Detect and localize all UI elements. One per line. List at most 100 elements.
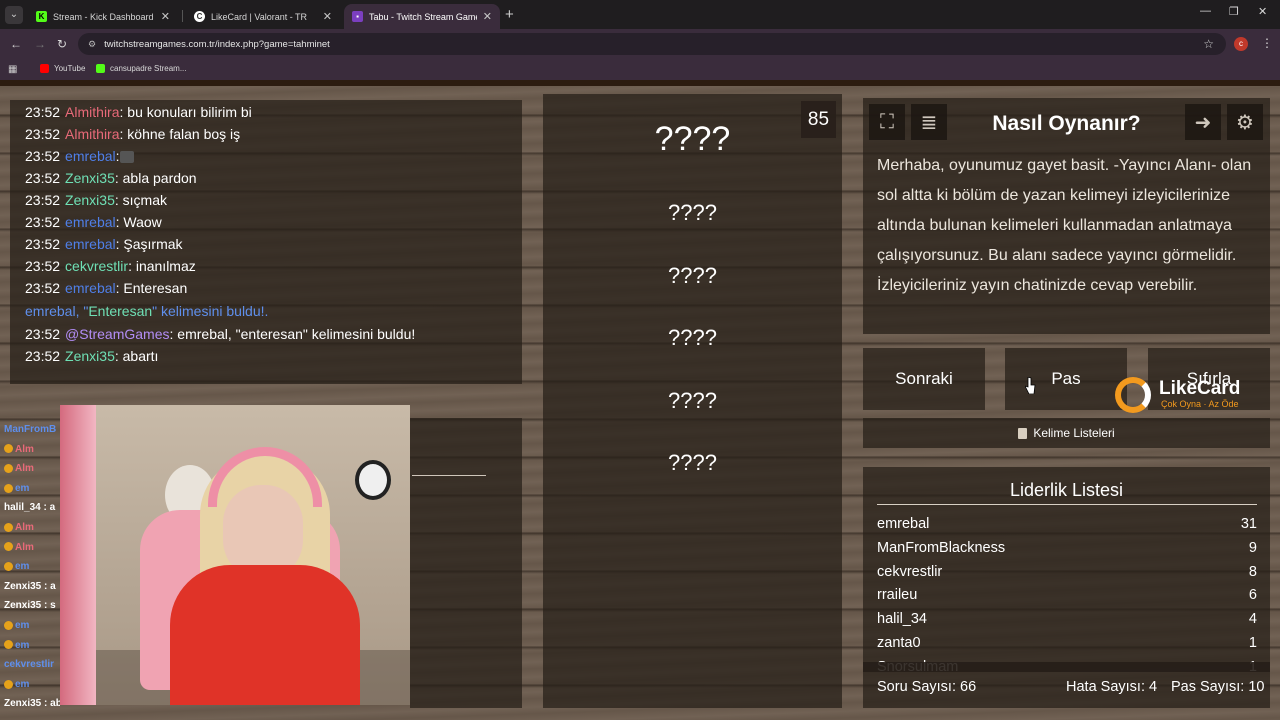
bookmark-label: cansupadre Stream... [110,64,187,73]
pass-count: Pas Sayısı: 10 [1171,679,1265,695]
leaderboard-name: rraileu [877,587,918,604]
streamer-shirt [170,565,360,705]
chat-line: 23:52 cekvrestlir: inanılmaz [25,258,196,274]
word-lists-button[interactable]: Kelime Listeleri [863,418,1270,448]
forward-icon[interactable]: → [34,37,46,51]
cam-curtain [60,405,96,705]
chat-user[interactable]: Almithira [65,104,119,120]
badge-icon [4,640,13,650]
forbidden-word: ???? [668,450,717,475]
pass-button[interactable]: Pas [1005,348,1127,410]
chat-line: 23:52 Zenxi35: abla pardon [25,170,197,186]
overlay-chat-text: Alm [15,463,34,475]
tab-tabu-active[interactable]: ▪ Tabu - Twitch Stream Games ✕ [344,4,500,29]
chat-user[interactable]: Zenxi35 [65,192,115,208]
leaderboard-fade [863,662,1270,672]
tab-likecard[interactable]: C LikeCard | Valorant - TR ✕ [186,4,340,29]
tab-kick-dashboard[interactable]: K Stream - Kick Dashboard ✕ [28,4,178,29]
chat-user[interactable]: emrebal [65,214,116,230]
bookmark-star-icon[interactable]: ☆ [1203,37,1214,51]
tab-search-button[interactable]: ⌄ [5,6,23,24]
close-icon[interactable]: ✕ [161,10,170,23]
chat-time: 23:52 [25,104,61,120]
error-count: Hata Sayısı: 4 [1066,679,1158,695]
browser-toolbar: ← → ↻ ⚙ twitchstreamgames.com.tr/index.p… [0,29,1280,59]
apps-grid-icon[interactable]: ▦ [8,64,17,75]
overlay-chat-text: em [15,620,30,631]
chat-user[interactable]: emrebal [65,148,116,164]
youtube-icon [40,64,49,73]
badge-icon [4,464,13,474]
chat-time: 23:52 [25,236,61,252]
chat-time: 23:52 [25,348,61,364]
word-lists-label: Kelime Listeleri [1033,426,1115,440]
streamer-area-panel [410,418,522,708]
emote-icon [119,151,134,164]
close-window-icon[interactable]: ✕ [1258,5,1267,18]
chat-user: @StreamGames [65,326,170,342]
overlay-chat-line: ManFromB [4,424,56,435]
chat-message: : Şaşırmak [115,236,183,252]
leaderboard-row: ManFromBlackness 9 [877,540,1257,556]
system-message-text: emrebal, " [25,303,89,319]
close-icon[interactable]: ✕ [483,10,492,23]
chat-line: 23:52 emrebal: Waow [25,214,162,230]
leaderboard-row: emrebal 31 [877,516,1257,532]
profile-avatar[interactable]: c [1234,37,1248,51]
url-text: twitchstreamgames.com.tr/index.php?game=… [104,38,330,50]
overlay-chat-text: Alm [15,522,34,533]
site-info-icon[interactable]: ⚙ [88,39,96,50]
chat-line: 23:52 emrebal: Şaşırmak [25,236,183,252]
overlay-chat-text: ManFromB [4,424,57,435]
chat-message: : abla pardon [114,170,197,186]
badge-icon [4,620,13,630]
chat-line: 23:52 Almithira: bu konuları bilirim bi [25,104,252,120]
bookmark-youtube[interactable]: YouTube [40,64,85,73]
tab-strip: ⌄ K Stream - Kick Dashboard ✕ C LikeCard… [0,0,1280,29]
restore-icon[interactable]: ❐ [1229,5,1239,18]
system-message-text: " kelimesini buldu!. [152,303,269,319]
tab-title: LikeCard | Valorant - TR [211,11,308,22]
overlay-chat-line: Alm [4,542,34,553]
chat-time: 23:52 [25,214,61,230]
leaderboard-divider [877,504,1257,505]
chat-message: : köhne falan boş iş [119,126,241,142]
chat-user[interactable]: emrebal [65,236,116,252]
streamer-area-divider [412,475,486,476]
chat-user[interactable]: cekvrestlir [65,258,128,274]
likecard-icon: C [194,11,205,22]
chat-user[interactable]: Almithira [65,126,119,142]
menu-icon[interactable]: ⋮ [1261,36,1273,50]
chat-message: : Enteresan [115,280,188,296]
next-button[interactable]: Sonraki [863,348,985,410]
new-tab-button[interactable]: + [505,6,514,23]
tab-separator [182,10,183,22]
overlay-chat-line: Zenxi35 : s [4,600,56,611]
overlay-chat-line: Zenxi35 : abartı [4,698,60,709]
minimize-icon[interactable]: — [1200,5,1211,17]
stream-chat-overlay: ManFromB Alm Alm em halil_34 : a Alm Alm em Zenx… [0,418,60,718]
chat-message: : bu konuları bilirim bi [119,104,252,120]
reload-icon[interactable]: ↻ [57,37,67,51]
forbidden-word: ???? [668,388,717,413]
chat-message: : abartı [114,348,159,364]
chat-line-bot: 23:52 @StreamGames: emrebal, "enteresan" … [25,326,415,342]
chat-user[interactable]: Zenxi35 [65,170,115,186]
overlay-chat-text: em [15,639,30,651]
badge-icon [4,679,13,689]
chat-time: 23:52 [25,126,61,142]
overlay-chat-line: Alm [4,522,34,533]
bookmark-cansupadre[interactable]: cansupadre Stream... [96,64,186,73]
overlay-chat-line: cekvrestlir [4,659,54,670]
close-icon[interactable]: ✕ [323,10,332,23]
address-bar[interactable]: ⚙ twitchstreamgames.com.tr/index.php?gam… [78,33,1226,55]
forbidden-word: ???? [668,325,717,350]
chat-user[interactable]: emrebal [65,280,116,296]
back-icon[interactable]: ← [10,37,22,51]
tab-title: Tabu - Twitch Stream Games [369,11,477,22]
overlay-chat-text: Alm [15,541,34,553]
mouse-cursor-icon [1025,377,1036,394]
found-word: Enteresan [88,303,153,319]
forbidden-word: ???? [668,263,717,288]
leaderboard-row: zanta0 1 [877,635,1257,651]
